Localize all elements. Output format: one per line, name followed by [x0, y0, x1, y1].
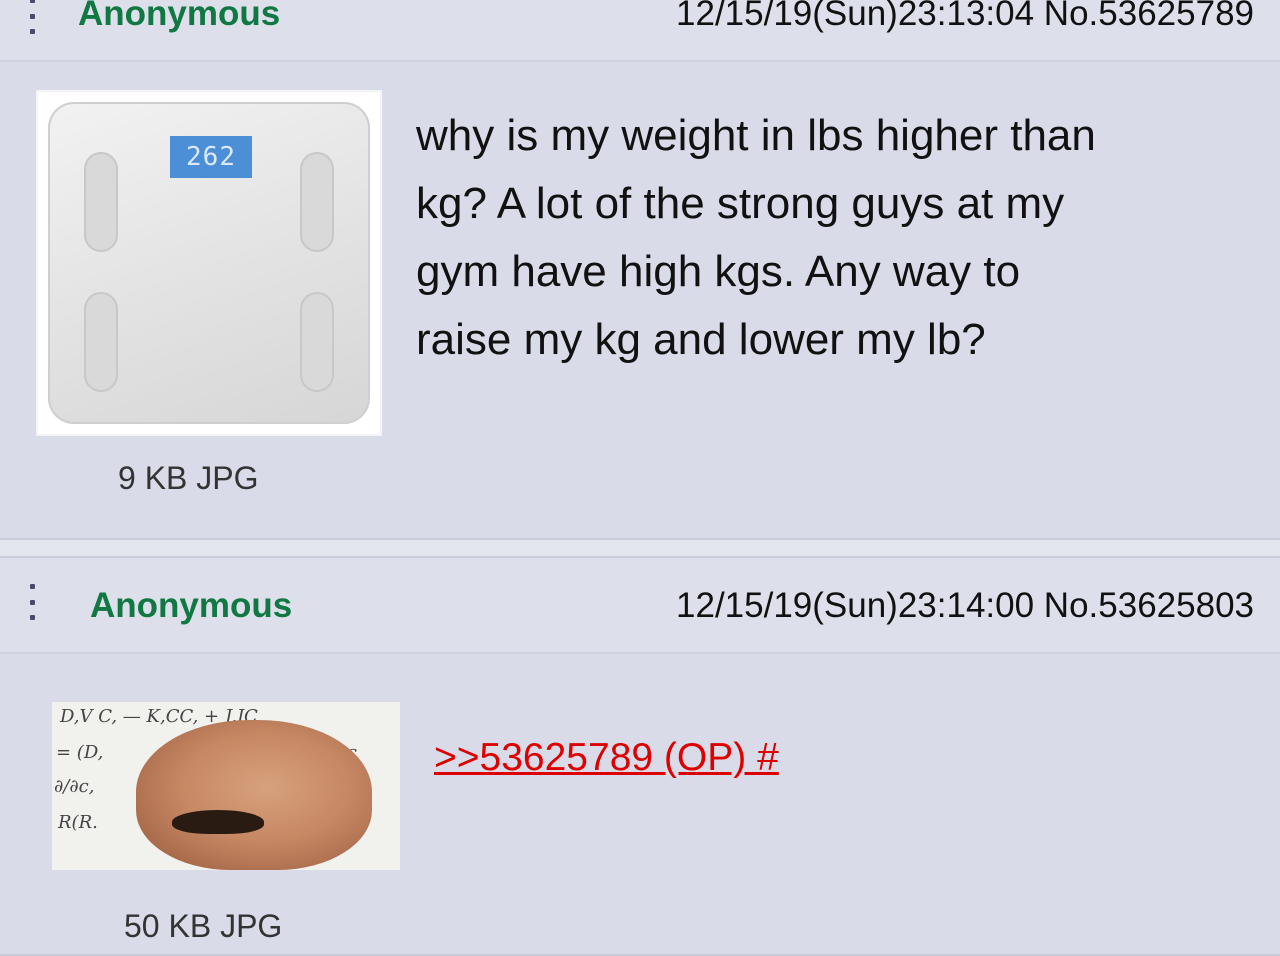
post-body: why is my weight in lbs higher than kg? …: [416, 102, 1256, 374]
post-body-line: kg? A lot of the strong guys at my: [416, 179, 1065, 228]
file-size[interactable]: 50 KB JPG: [124, 908, 282, 945]
op-image-thumbnail[interactable]: 262: [36, 90, 382, 436]
quote-link[interactable]: >>53625789 (OP) #: [434, 736, 779, 780]
reply-post-header: Anonymous 12/15/19(Sun)23:14:00 No.53625…: [0, 558, 1280, 654]
post-body-line: gym have high kgs. Any way to: [416, 247, 1021, 296]
bathroom-scale-image: 262: [48, 102, 370, 424]
scale-pad: [300, 152, 334, 252]
reply-post: Anonymous 12/15/19(Sun)23:14:00 No.53625…: [0, 556, 1280, 956]
math-lady-meme-image: D,V C, — K,CC, + J,JC = (D, ∂/∂c, R(R. (…: [52, 702, 400, 870]
poster-name: Anonymous: [90, 586, 293, 625]
file-size[interactable]: 9 KB JPG: [118, 460, 259, 497]
reply-image-thumbnail[interactable]: D,V C, — K,CC, + J,JC = (D, ∂/∂c, R(R. (…: [52, 702, 400, 870]
post-meta[interactable]: 12/15/19(Sun)23:13:04 No.53625789: [676, 0, 1254, 34]
op-post: Anonymous 12/15/19(Sun)23:13:04 No.53625…: [0, 0, 1280, 540]
post-body-line: why is my weight in lbs higher than: [416, 111, 1096, 160]
poster-name: Anonymous: [78, 0, 281, 33]
post-body-line: raise my kg and lower my lb?: [416, 315, 986, 364]
scale-pad: [300, 292, 334, 392]
post-menu-icon[interactable]: [30, 584, 38, 620]
scale-pad: [84, 152, 118, 252]
post-menu-icon[interactable]: [30, 0, 38, 34]
scale-display: 262: [170, 136, 252, 178]
op-post-header: Anonymous 12/15/19(Sun)23:13:04 No.53625…: [0, 0, 1280, 62]
face-image: [136, 720, 372, 870]
mustache-image: [172, 810, 264, 834]
post-meta[interactable]: 12/15/19(Sun)23:14:00 No.53625803: [676, 586, 1254, 626]
scale-pad: [84, 292, 118, 392]
